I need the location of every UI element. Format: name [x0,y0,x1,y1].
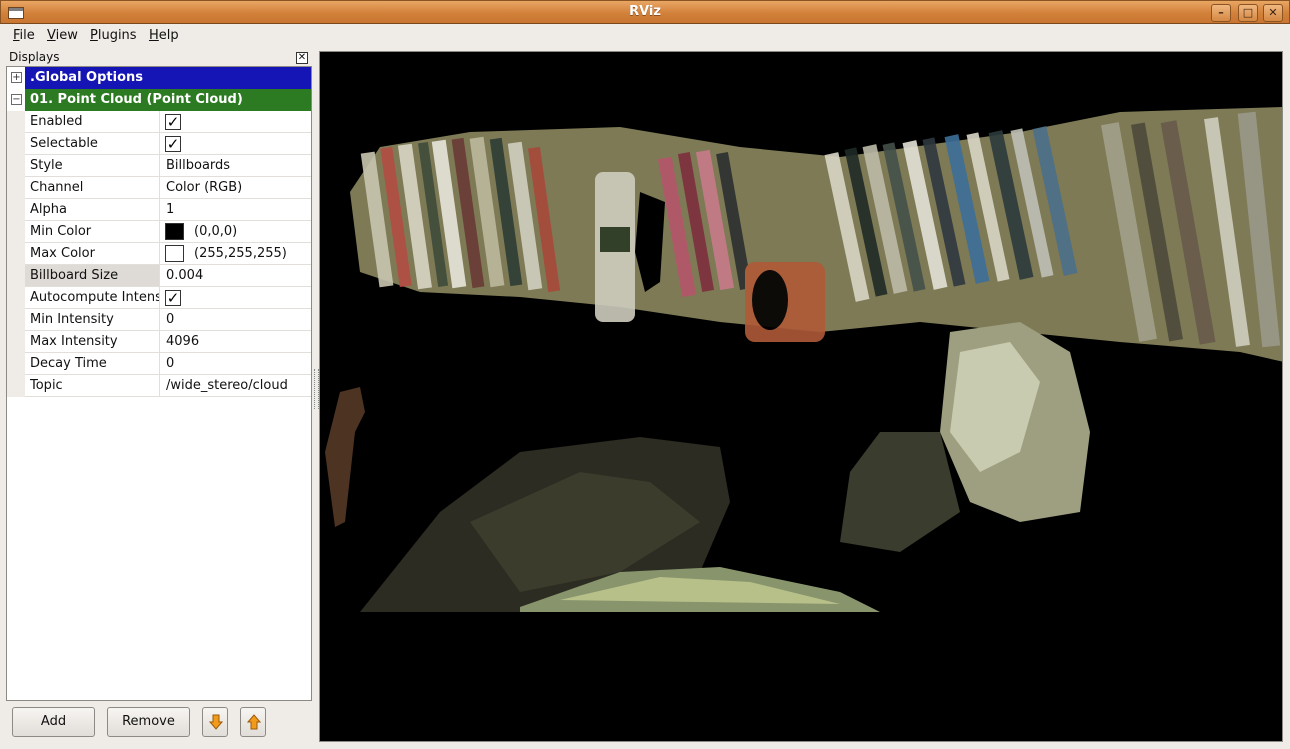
property-name: Max Intensity [25,331,160,352]
category-label: .Global Options [25,67,311,89]
tree-indent [7,287,25,309]
displays-button-bar: Add Remove [6,701,312,741]
property-name: Min Color [25,221,160,242]
title-bar[interactable]: RViz – □ ✕ [0,0,1290,24]
tree-indent [7,133,25,155]
property-value[interactable]: (255,255,255) [160,243,311,264]
property-row-channel[interactable]: Channel Color (RGB) [25,177,311,199]
tree-indent [7,353,25,375]
tree-indent [7,265,25,287]
property-row-min-color[interactable]: Min Color (0,0,0) [25,221,311,243]
property-row-style[interactable]: Style Billboards [25,155,311,177]
tree-indent [7,243,25,265]
property-value[interactable]: ✓ [160,133,311,154]
tree-indent [7,331,25,353]
tree-indent [7,221,25,243]
minimize-button[interactable]: – [1211,4,1231,22]
move-down-arrow-icon [209,714,223,730]
color-value: (0,0,0) [194,224,238,239]
checkmark-icon[interactable]: ✓ [165,290,181,306]
category-point-cloud[interactable]: − 01. Point Cloud (Point Cloud) [7,89,311,111]
color-value: (255,255,255) [194,246,287,261]
property-value[interactable]: 0 [160,309,311,330]
property-name: Style [25,155,160,176]
property-row-decay-time[interactable]: Decay Time 0 [25,353,311,375]
property-name: Autocompute Intens [25,287,160,308]
panel-close-icon[interactable]: ✕ [296,52,308,64]
property-row-enabled[interactable]: Enabled ✓ [25,111,311,133]
property-name: Topic [25,375,160,396]
property-value[interactable]: 4096 [160,331,311,352]
property-value[interactable]: Color (RGB) [160,177,311,198]
property-name: Max Color [25,243,160,264]
property-row-max-intensity[interactable]: Max Intensity 4096 [25,331,311,353]
property-row-alpha[interactable]: Alpha 1 [25,199,311,221]
property-name: Alpha [25,199,160,220]
tree-indent [7,155,25,177]
tree-indent [7,375,25,397]
move-up-button[interactable] [240,707,266,737]
close-button[interactable]: ✕ [1263,4,1283,22]
displays-panel: Displays ✕ + .Global Options − 01. Point… [6,49,312,741]
property-row-selectable[interactable]: Selectable ✓ [25,133,311,155]
move-up-arrow-icon [247,714,261,730]
close-icon: ✕ [1268,6,1278,19]
panel-splitter[interactable] [313,49,319,741]
tree-indent [7,309,25,331]
tree-indent [7,199,25,221]
menu-view[interactable]: View [47,28,78,43]
property-value[interactable]: 1 [160,199,311,220]
property-value[interactable]: Billboards [160,155,311,176]
menu-file[interactable]: File [13,28,35,43]
category-global-options[interactable]: + .Global Options [7,67,311,89]
property-name: Channel [25,177,160,198]
displays-tree[interactable]: + .Global Options − 01. Point Cloud (Poi… [6,66,312,701]
property-value[interactable]: /wide_stereo/cloud [160,375,311,396]
property-row-max-color[interactable]: Max Color (255,255,255) [25,243,311,265]
property-name: Billboard Size [25,265,160,286]
property-value[interactable]: ✓ [160,287,311,308]
minimize-icon: – [1218,6,1224,19]
render-viewport[interactable] [319,51,1283,742]
property-name: Enabled [25,111,160,132]
property-value[interactable]: 0.004 [160,265,311,286]
property-row-min-intensity[interactable]: Min Intensity 0 [25,309,311,331]
collapse-icon[interactable]: − [11,94,22,105]
property-row-autocompute-intens[interactable]: Autocompute Intens ✓ [25,287,311,309]
property-value[interactable]: 0 [160,353,311,374]
maximize-button[interactable]: □ [1238,4,1258,22]
category-label: 01. Point Cloud (Point Cloud) [25,89,311,111]
property-name: Decay Time [25,353,160,374]
move-down-button[interactable] [202,707,228,737]
property-name: Selectable [25,133,160,154]
maximize-icon: □ [1242,6,1254,19]
menu-plugins[interactable]: Plugins [90,28,137,43]
property-value[interactable]: (0,0,0) [160,221,311,242]
displays-panel-title: Displays [9,50,60,64]
checkmark-icon[interactable]: ✓ [165,114,181,130]
window-title: RViz [629,4,661,19]
tree-indent [7,177,25,199]
color-swatch[interactable] [165,223,184,240]
checkmark-icon[interactable]: ✓ [165,136,181,152]
property-row-topic[interactable]: Topic/wide_stereo/cloud [25,375,311,397]
color-swatch[interactable] [165,245,184,262]
menu-help[interactable]: Help [149,28,179,43]
property-value[interactable]: ✓ [160,111,311,132]
point-cloud-render [320,107,1282,612]
add-button[interactable]: Add [12,707,95,737]
remove-button[interactable]: Remove [107,707,190,737]
menu-bar: File View Plugins Help [0,24,1290,48]
displays-panel-header: Displays ✕ [6,49,312,66]
property-name: Min Intensity [25,309,160,330]
property-row-billboard-size[interactable]: Billboard Size 0.004 [25,265,311,287]
expand-icon[interactable]: + [11,72,22,83]
tree-indent [7,111,25,133]
